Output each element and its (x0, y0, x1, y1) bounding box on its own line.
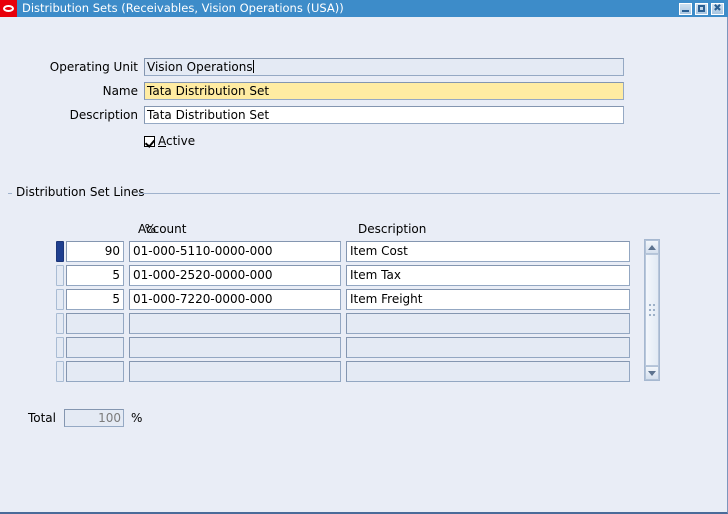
scroll-down-icon[interactable] (645, 366, 659, 380)
cell-description[interactable]: Item Tax (346, 265, 630, 286)
total-row: Total 100 % (0, 409, 142, 427)
cell-account[interactable]: 01-000-2520-0000-000 (129, 265, 341, 286)
column-header-description: Description (358, 222, 426, 236)
cell-pct[interactable] (66, 313, 124, 334)
column-header-account: Account (138, 222, 186, 236)
cell-account[interactable]: 01-000-7220-0000-000 (129, 289, 341, 310)
cell-description[interactable] (346, 337, 630, 358)
cell-description[interactable]: Item Cost (346, 241, 630, 262)
scroll-up-icon[interactable] (645, 240, 659, 254)
description-row: Description Tata Distribution Set (0, 106, 624, 124)
table-row[interactable]: 90 01-000-5110-0000-000 Item Cost (56, 239, 630, 263)
table-header-row: % Account Description (56, 222, 630, 239)
active-checkbox-row[interactable]: Active (144, 134, 195, 148)
name-input[interactable]: Tata Distribution Set (144, 82, 624, 100)
description-input[interactable]: Tata Distribution Set (144, 106, 624, 124)
window-title-bar[interactable]: Distribution Sets (Receivables, Vision O… (0, 0, 728, 17)
total-value: 100 (98, 411, 121, 425)
operating-unit-input[interactable]: Vision Operations (144, 58, 624, 76)
total-label: Total (0, 411, 56, 425)
record-indicator[interactable] (56, 313, 64, 334)
table-body: 90 01-000-5110-0000-000 Item Cost 5 01-0… (56, 239, 630, 383)
text-caret (253, 60, 254, 73)
cell-account[interactable] (129, 337, 341, 358)
name-label: Name (0, 84, 138, 98)
oracle-logo-icon (0, 0, 17, 17)
cell-pct[interactable]: 90 (66, 241, 124, 262)
cell-pct[interactable] (66, 337, 124, 358)
table-vertical-scrollbar[interactable] (644, 239, 660, 381)
record-indicator[interactable] (56, 265, 64, 286)
description-label: Description (0, 108, 138, 122)
scrollbar-track[interactable] (645, 254, 659, 366)
restore-icon[interactable] (695, 3, 708, 15)
total-unit-label: % (131, 411, 142, 425)
window-controls: ✖ (679, 3, 724, 15)
total-value-field: 100 (64, 409, 124, 427)
cell-pct[interactable]: 5 (66, 265, 124, 286)
distribution-set-lines-title: Distribution Set Lines (14, 185, 147, 199)
operating-unit-row: Operating Unit Vision Operations (0, 58, 624, 76)
name-value: Tata Distribution Set (147, 84, 269, 98)
operating-unit-value: Vision Operations (147, 60, 253, 74)
table-row[interactable] (56, 359, 630, 383)
table-row[interactable] (56, 335, 630, 359)
operating-unit-label: Operating Unit (0, 60, 138, 74)
scroll-thumb[interactable] (645, 254, 659, 366)
cell-pct[interactable] (66, 361, 124, 382)
cell-description[interactable]: Item Freight (346, 289, 630, 310)
description-value: Tata Distribution Set (147, 108, 269, 122)
record-indicator[interactable] (56, 361, 64, 382)
name-row: Name Tata Distribution Set (0, 82, 624, 100)
table-row[interactable] (56, 311, 630, 335)
record-indicator[interactable] (56, 289, 64, 310)
active-checkbox[interactable] (144, 136, 155, 147)
record-indicator[interactable] (56, 241, 64, 262)
scroll-thumb-grip (649, 304, 655, 316)
window-title: Distribution Sets (Receivables, Vision O… (22, 0, 679, 17)
form-canvas: Operating Unit Vision Operations Name Ta… (0, 17, 726, 511)
cell-account[interactable] (129, 361, 341, 382)
record-indicator[interactable] (56, 337, 64, 358)
active-label: Active (158, 134, 195, 148)
table-row[interactable]: 5 01-000-7220-0000-000 Item Freight (56, 287, 630, 311)
cell-account[interactable]: 01-000-5110-0000-000 (129, 241, 341, 262)
application-window: Distribution Sets (Receivables, Vision O… (0, 0, 728, 514)
table-row[interactable]: 5 01-000-2520-0000-000 Item Tax (56, 263, 630, 287)
minimize-icon[interactable] (679, 3, 692, 15)
distribution-lines-table: % Account Description 90 01-000-5110-000… (56, 222, 630, 383)
distribution-set-lines-group: Distribution Set Lines (8, 185, 720, 186)
cell-description[interactable] (346, 361, 630, 382)
cell-account[interactable] (129, 313, 341, 334)
cell-description[interactable] (346, 313, 630, 334)
cell-pct[interactable]: 5 (66, 289, 124, 310)
close-icon[interactable]: ✖ (711, 3, 724, 15)
